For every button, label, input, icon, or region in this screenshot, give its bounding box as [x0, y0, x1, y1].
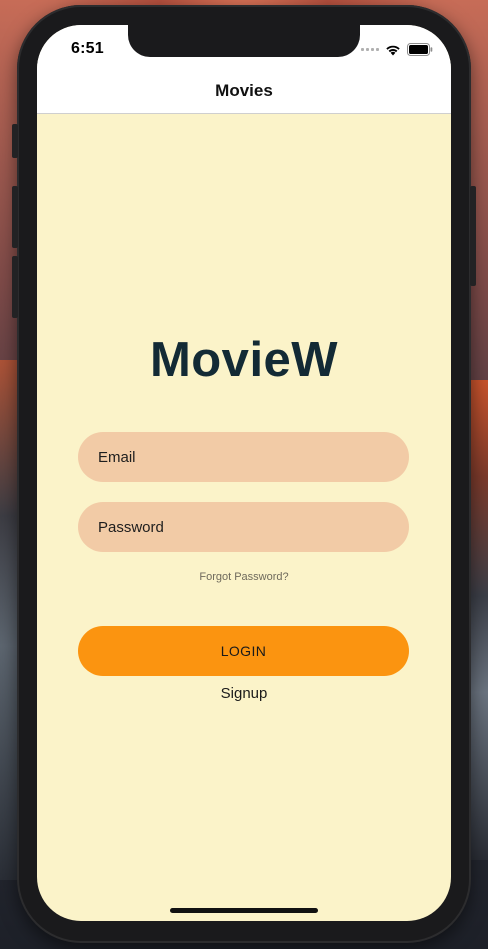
password-input[interactable]	[78, 502, 409, 552]
volume-down-button	[12, 256, 18, 318]
app-logo: MovieW	[149, 333, 339, 387]
volume-up-button	[12, 186, 18, 248]
power-button	[470, 186, 476, 286]
mute-switch	[12, 124, 18, 158]
status-time: 6:51	[71, 40, 104, 57]
nav-title: Movies	[215, 81, 273, 100]
phone-screen: 6:51 Movies MovieW Forgot Password?	[37, 25, 451, 921]
login-screen: MovieW Forgot Password? LOGIN Signup	[37, 114, 451, 921]
email-input[interactable]	[78, 432, 409, 482]
login-button[interactable]: LOGIN	[78, 626, 409, 676]
signal-icon	[361, 48, 379, 51]
navigation-bar: Movies	[37, 69, 451, 114]
status-icons	[361, 43, 433, 56]
signup-link[interactable]: Signup	[37, 685, 451, 702]
wifi-icon	[386, 45, 400, 55]
forgot-password-link[interactable]: Forgot Password?	[37, 571, 451, 583]
status-bar: 6:51	[37, 25, 451, 69]
home-indicator[interactable]	[170, 908, 318, 913]
notch	[128, 25, 360, 57]
battery-icon	[407, 43, 433, 56]
